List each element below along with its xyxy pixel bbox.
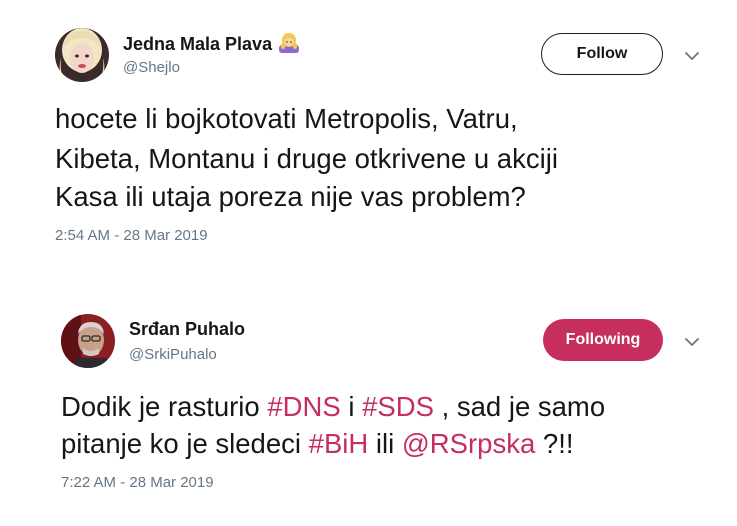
text-segment: ili xyxy=(368,428,402,459)
text-segment: pitanje ko je sledeci xyxy=(61,428,309,459)
text-segment: , sad je samo xyxy=(433,391,606,422)
tweet-timestamp[interactable]: 2:54 AM - 28 Mar 2019 xyxy=(55,227,208,244)
mention-link[interactable]: @RSrpska xyxy=(402,428,535,459)
author-handle[interactable]: @SrkiPuhalo xyxy=(129,346,217,363)
chevron-down-icon[interactable] xyxy=(684,336,700,348)
text-segment: ?!! xyxy=(535,428,574,459)
tweet-timestamp[interactable]: 7:22 AM - 28 Mar 2019 xyxy=(61,474,214,491)
tweet-card: Srđan Puhalo @SrkiPuhalo Following Dodik… xyxy=(0,0,737,491)
following-button[interactable]: Following xyxy=(543,319,663,361)
hashtag-link[interactable]: #SDS xyxy=(362,391,434,422)
tweet-text-line: pitanje ko je sledeci #BiH ili @RSrpska … xyxy=(61,426,573,462)
tweet-text-line: Dodik je rasturio #DNS i #SDS , sad je s… xyxy=(61,389,605,425)
text-segment: Dodik je rasturio xyxy=(61,391,268,422)
text-segment: i xyxy=(340,391,363,422)
avatar-image xyxy=(61,314,115,368)
author-name[interactable]: Srđan Puhalo xyxy=(129,319,245,340)
hashtag-link[interactable]: #BiH xyxy=(309,428,369,459)
hashtag-link[interactable]: #DNS xyxy=(267,391,340,422)
avatar[interactable] xyxy=(61,314,115,368)
